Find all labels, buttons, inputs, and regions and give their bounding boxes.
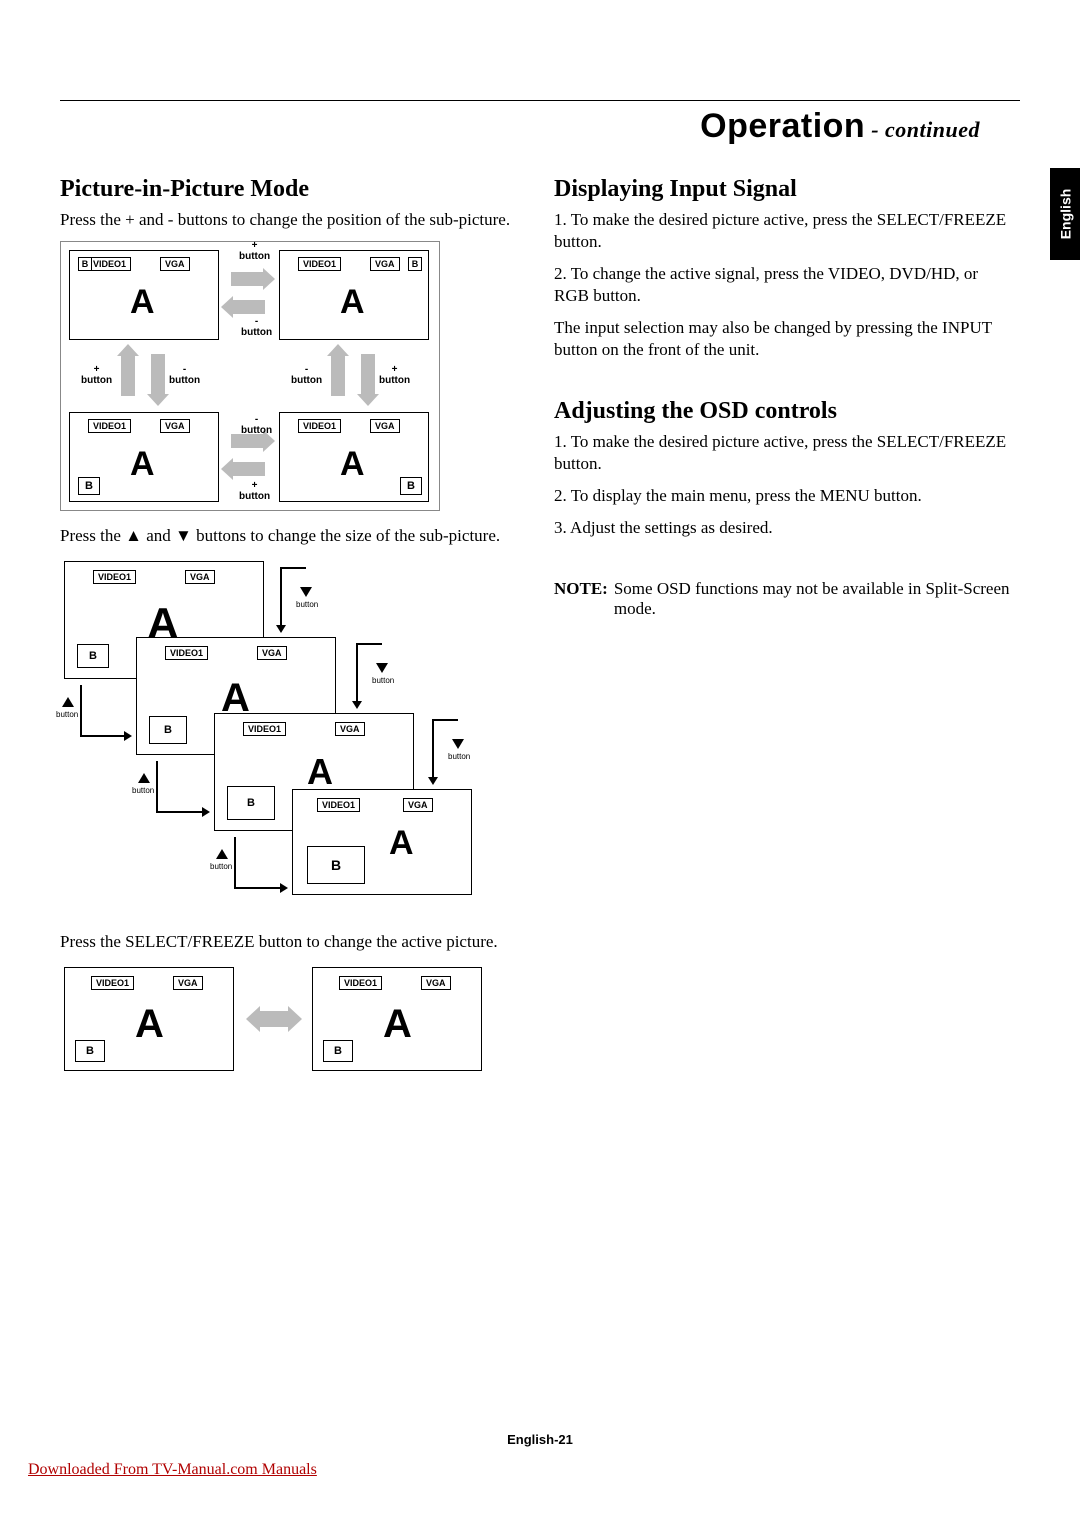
pip-b: B: [78, 477, 100, 495]
page-title: Operation - continued: [60, 107, 980, 146]
triangle-down-icon: [376, 663, 388, 673]
title-continued: - continued: [865, 117, 980, 142]
tag-video1: VIDEO1: [317, 798, 360, 812]
diagram-pip-size: VIDEO1 VGA A B VIDEO1 VGA A B VIDEO1 VGA…: [60, 557, 480, 907]
tag-vga: VGA: [160, 419, 190, 433]
pip-b: B: [408, 257, 422, 271]
pip-text-1: Press the + and - buttons to change the …: [60, 209, 520, 231]
label-plus-button: + button: [239, 240, 270, 262]
arrow-down-icon: [151, 354, 165, 396]
pip-b: B: [400, 477, 422, 495]
pip-text-3: Press the SELECT/FREEZE button to change…: [60, 931, 520, 953]
heading-input-signal: Displaying Input Signal: [554, 176, 1014, 203]
arrow-left-icon: [231, 462, 265, 476]
label-button: button: [296, 601, 318, 610]
heading-osd: Adjusting the OSD controls: [554, 398, 1014, 425]
input-step-2: 2. To change the active signal, press th…: [554, 263, 1014, 307]
tag-vga: VGA: [421, 976, 451, 990]
input-step-3: The input selection may also be changed …: [554, 317, 1014, 361]
tag-vga: VGA: [403, 798, 433, 812]
label-minus-button: - button: [241, 316, 272, 338]
tag-vga: VGA: [160, 257, 190, 271]
triangle-down-icon: [452, 739, 464, 749]
letter-A: A: [340, 285, 365, 319]
pip-b: B: [149, 716, 187, 744]
tag-video1: VIDEO1: [88, 419, 131, 433]
label-plus-button: + button: [239, 480, 270, 502]
pip-text-2: Press the ▲ and ▼ buttons to change the …: [60, 525, 520, 547]
input-step-1: 1. To make the desired picture active, p…: [554, 209, 1014, 253]
double-arrow-icon: [258, 1011, 290, 1027]
pip-b: B: [77, 644, 109, 668]
letter-A: A: [130, 285, 155, 319]
tag-video1: VIDEO1: [165, 646, 208, 660]
tag-video1: VIDEO1: [93, 570, 136, 584]
letter-A: A: [383, 1004, 412, 1044]
tag-vga: VGA: [185, 570, 215, 584]
arrow-up-icon: [121, 354, 135, 396]
arrow-left-icon: [231, 300, 265, 314]
diagram-pip-position: VIDEO1 VGA B A VIDEO1 VGA B A VIDEO1 VGA…: [60, 241, 440, 511]
tag-vga: VGA: [173, 976, 203, 990]
language-tab: English: [1050, 168, 1080, 260]
tag-vga: VGA: [335, 722, 365, 736]
letter-A: A: [130, 447, 155, 481]
triangle-down-icon: [300, 587, 312, 597]
arrow-right-icon: [231, 272, 265, 286]
triangle-up-icon: [138, 773, 150, 783]
tag-vga: VGA: [257, 646, 287, 660]
label-minus-button: - button: [291, 364, 322, 386]
letter-A: A: [221, 678, 250, 718]
label-minus-button: - button: [241, 414, 272, 436]
letter-A: A: [307, 754, 333, 790]
osd-step-2: 2. To display the main menu, press the M…: [554, 485, 1014, 507]
pip-b: B: [323, 1040, 353, 1062]
title-main: Operation: [700, 107, 865, 145]
tag-video1: VIDEO1: [298, 257, 341, 271]
download-link[interactable]: Downloaded From TV-Manual.com Manuals: [28, 1461, 317, 1479]
right-column: Displaying Input Signal 1. To make the d…: [554, 164, 1014, 1097]
tag-vga: VGA: [370, 257, 400, 271]
arrow-right-icon: [231, 434, 265, 448]
note-label: NOTE:: [554, 579, 608, 619]
arrow-down-icon: [361, 354, 375, 396]
label-plus-button: + button: [81, 364, 112, 386]
heading-pip: Picture-in-Picture Mode: [60, 176, 520, 203]
tag-video1: VIDEO1: [88, 257, 131, 271]
left-column: Picture-in-Picture Mode Press the + and …: [60, 164, 520, 1097]
tag-video1: VIDEO1: [91, 976, 134, 990]
tag-video1: VIDEO1: [243, 722, 286, 736]
pip-b: B: [307, 846, 365, 884]
triangle-up-icon: [62, 697, 74, 707]
pip-b: B: [75, 1040, 105, 1062]
note-text: Some OSD functions may not be available …: [614, 579, 1014, 619]
label-button: button: [56, 711, 78, 720]
letter-A: A: [135, 1004, 164, 1044]
note-block: NOTE: Some OSD functions may not be avai…: [554, 579, 1014, 619]
label-minus-button: - button: [169, 364, 200, 386]
arrow-up-icon: [331, 354, 345, 396]
diagram-select-freeze: VIDEO1 VGA A B VIDEO1 VGA A B: [60, 963, 490, 1083]
osd-step-3: 3. Adjust the settings as desired.: [554, 517, 1014, 539]
label-button: button: [372, 677, 394, 686]
tag-video1: VIDEO1: [339, 976, 382, 990]
page-number: English-21: [0, 1432, 1080, 1447]
label-button: button: [210, 863, 232, 872]
letter-A: A: [389, 826, 414, 860]
tag-video1: VIDEO1: [298, 419, 341, 433]
triangle-up-icon: [216, 849, 228, 859]
osd-step-1: 1. To make the desired picture active, p…: [554, 431, 1014, 475]
label-button: button: [448, 753, 470, 762]
letter-A: A: [340, 447, 365, 481]
label-plus-button: + button: [379, 364, 410, 386]
tag-vga: VGA: [370, 419, 400, 433]
pip-b: B: [227, 786, 275, 820]
label-button: button: [132, 787, 154, 796]
pip-b: B: [78, 257, 92, 271]
